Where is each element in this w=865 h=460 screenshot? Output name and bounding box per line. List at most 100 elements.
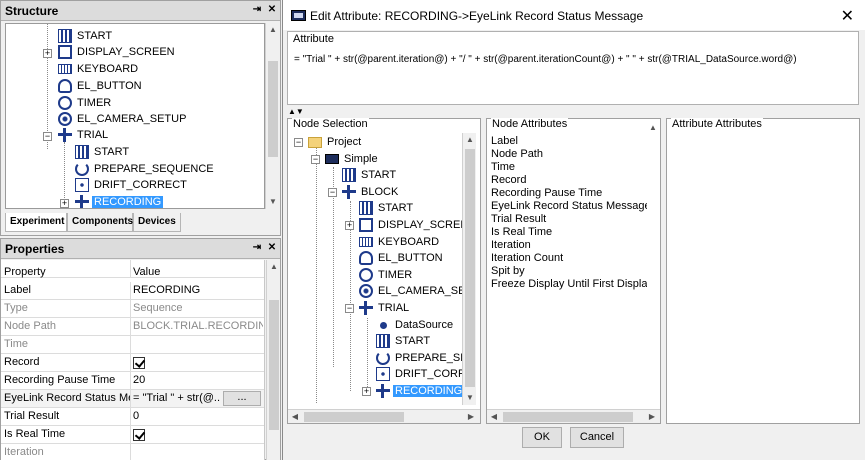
properties-scrollbar[interactable]: ▲	[266, 260, 280, 460]
tree-item-simple[interactable]: Simple	[325, 151, 380, 167]
tree-item-start[interactable]: START	[58, 28, 114, 44]
tree-item-el-button[interactable]: EL_BUTTON	[359, 250, 445, 266]
expand-toggle[interactable]: +	[345, 221, 354, 230]
property-row-is-real-time[interactable]: Is Real Time	[1, 426, 264, 444]
node-attributes-scroll-edge[interactable]: ▲	[647, 119, 660, 409]
scroll-right-arrow[interactable]: ▶	[645, 410, 659, 424]
tree-item-drift-correct[interactable]: DRIFT_CORRECT	[75, 177, 189, 193]
scroll-up-arrow[interactable]: ▲	[463, 133, 477, 147]
tree-item-el-camera-setup[interactable]: EL_CAMERA_SETUP	[359, 283, 462, 299]
tree-item-el-camera-setup[interactable]: EL_CAMERA_SETUP	[58, 111, 188, 127]
property-row-label[interactable]: Label RECORDING	[1, 282, 264, 300]
list-item[interactable]: Freeze Display Until First Display Scree…	[491, 278, 652, 291]
collapse-toggle[interactable]: −	[328, 188, 337, 197]
tree-item-start[interactable]: START	[359, 200, 415, 216]
tree-item-project[interactable]: Project	[308, 134, 363, 150]
list-item[interactable]: Is Real Time	[491, 226, 552, 239]
ok-button[interactable]: OK	[522, 427, 562, 448]
list-item[interactable]: Trial Result	[491, 213, 546, 226]
collapse-toggle[interactable]: −	[43, 132, 52, 141]
tree-item-timer[interactable]: TIMER	[58, 95, 113, 111]
tree-item-start[interactable]: START	[342, 167, 398, 183]
collapse-toggle[interactable]: −	[294, 138, 303, 147]
record-checkbox[interactable]	[133, 357, 145, 369]
close-icon[interactable]: ✕	[841, 6, 854, 26]
pin-icon[interactable]: ⇥	[251, 4, 263, 16]
property-row-record[interactable]: Record	[1, 354, 264, 372]
tree-item-drift-correct[interactable]: DRIFT_CORRECT	[376, 366, 462, 382]
node-tree-hscrollbar[interactable]: ◀ ▶	[288, 409, 480, 423]
list-item[interactable]: Node Path	[491, 148, 543, 161]
expand-toggle[interactable]: +	[43, 49, 52, 58]
scroll-thumb[interactable]	[503, 412, 633, 422]
list-item[interactable]: Spit by	[491, 265, 525, 278]
structure-tree[interactable]: START + DISPLAY_SCREEN KEYBOARD EL_BUTTO…	[5, 23, 265, 209]
property-row-node-path: Node Path BLOCK.TRIAL.RECORDING	[1, 318, 264, 336]
property-row-recording-pause-time[interactable]: Recording Pause Time 20	[1, 372, 264, 390]
tree-item-recording[interactable]: RECORDING	[376, 383, 462, 399]
scroll-thumb[interactable]	[268, 61, 278, 157]
scroll-down-arrow[interactable]: ▼	[266, 195, 280, 209]
tree-item-start[interactable]: START	[75, 144, 131, 160]
structure-scrollbar[interactable]: ▲ ▼	[265, 23, 279, 209]
drift-icon	[376, 367, 390, 382]
collapse-toggle[interactable]: −	[345, 304, 354, 313]
scroll-up-arrow[interactable]: ▲	[647, 121, 659, 135]
properties-title-bar: Properties ⇥ ✕	[1, 239, 280, 259]
node-tree-scrollbar[interactable]: ▲ ▼	[462, 133, 476, 405]
list-item[interactable]: EyeLink Record Status Message	[491, 200, 651, 213]
tab-components[interactable]: Components	[67, 213, 133, 232]
scroll-thumb[interactable]	[465, 149, 475, 387]
tab-experiment[interactable]: Experiment	[5, 213, 67, 232]
attribute-editor[interactable]: Attribute = "Trial " + str(@parent.itera…	[287, 31, 859, 105]
pin-icon[interactable]: ⇥	[251, 242, 263, 254]
tree-item-prepare-sequence[interactable]: PREPARE_SEQUENCE	[376, 350, 462, 366]
tree-item-recording[interactable]: RECORDING	[75, 194, 164, 208]
scroll-left-arrow[interactable]: ◀	[487, 410, 501, 424]
tree-item-keyboard[interactable]: KEYBOARD	[359, 234, 441, 250]
tree-item-timer[interactable]: TIMER	[359, 267, 414, 283]
is-real-time-checkbox[interactable]	[133, 429, 145, 441]
tree-item-display-screen[interactable]: DISPLAY_SCREEN	[58, 44, 177, 60]
scroll-thumb[interactable]	[304, 412, 404, 422]
list-item[interactable]: Time	[491, 161, 515, 174]
start-icon	[376, 334, 390, 349]
tree-item-keyboard[interactable]: KEYBOARD	[58, 61, 140, 77]
scroll-up-arrow[interactable]: ▲	[267, 260, 281, 274]
scroll-left-arrow[interactable]: ◀	[288, 410, 302, 424]
scroll-thumb[interactable]	[269, 300, 279, 430]
close-icon[interactable]: ✕	[266, 4, 278, 16]
tree-item-block[interactable]: BLOCK	[342, 184, 400, 200]
splitter-handle-icon[interactable]: ▲▼	[288, 107, 304, 116]
list-item[interactable]: Record	[491, 174, 526, 187]
node-attributes-group: Node Attributes Label Node Path Time Rec…	[486, 118, 661, 424]
node-tree[interactable]: − Project − Simple START − BLOCK START +…	[290, 133, 462, 405]
list-item[interactable]: Iteration	[491, 239, 531, 252]
node-attributes-hscrollbar[interactable]: ◀ ▶	[487, 409, 660, 423]
tab-devices[interactable]: Devices	[133, 213, 181, 232]
tree-item-el-button[interactable]: EL_BUTTON	[58, 78, 144, 94]
scroll-right-arrow[interactable]: ▶	[464, 410, 478, 424]
collapse-toggle[interactable]: −	[311, 155, 320, 164]
cancel-button[interactable]: Cancel	[570, 427, 624, 448]
close-icon[interactable]: ✕	[266, 242, 278, 254]
scroll-up-arrow[interactable]: ▲	[266, 23, 280, 37]
tree-item-display-screen[interactable]: DISPLAY_SCREEN	[359, 217, 462, 233]
tree-item-trial[interactable]: TRIAL	[58, 127, 110, 143]
attribute-expression[interactable]: = "Trial " + str(@parent.iteration@) + "…	[294, 54, 797, 65]
edit-attribute-dialog: Edit Attribute: RECORDING->EyeLink Recor…	[282, 0, 865, 460]
expand-toggle[interactable]: +	[362, 387, 371, 396]
list-item[interactable]: Recording Pause Time	[491, 187, 602, 200]
edit-attribute-button[interactable]: ...	[223, 391, 261, 406]
tree-item-trial[interactable]: TRIAL	[359, 300, 411, 316]
tree-item-start[interactable]: START	[376, 333, 432, 349]
property-row-eyelink-status-message[interactable]: EyeLink Record Status Mes... = "Trial " …	[1, 390, 264, 408]
expand-toggle[interactable]: +	[60, 199, 69, 208]
scroll-down-arrow[interactable]: ▼	[463, 391, 477, 405]
tree-item-prepare-sequence[interactable]: PREPARE_SEQUENCE	[75, 161, 216, 177]
list-item[interactable]: Iteration Count	[491, 252, 563, 265]
property-row-trial-result[interactable]: Trial Result 0	[1, 408, 264, 426]
tree-item-datasource[interactable]: DataSource	[376, 317, 455, 333]
node-attributes-list[interactable]: Label Node Path Time Record Recording Pa…	[487, 133, 652, 407]
list-item[interactable]: Label	[491, 135, 518, 148]
